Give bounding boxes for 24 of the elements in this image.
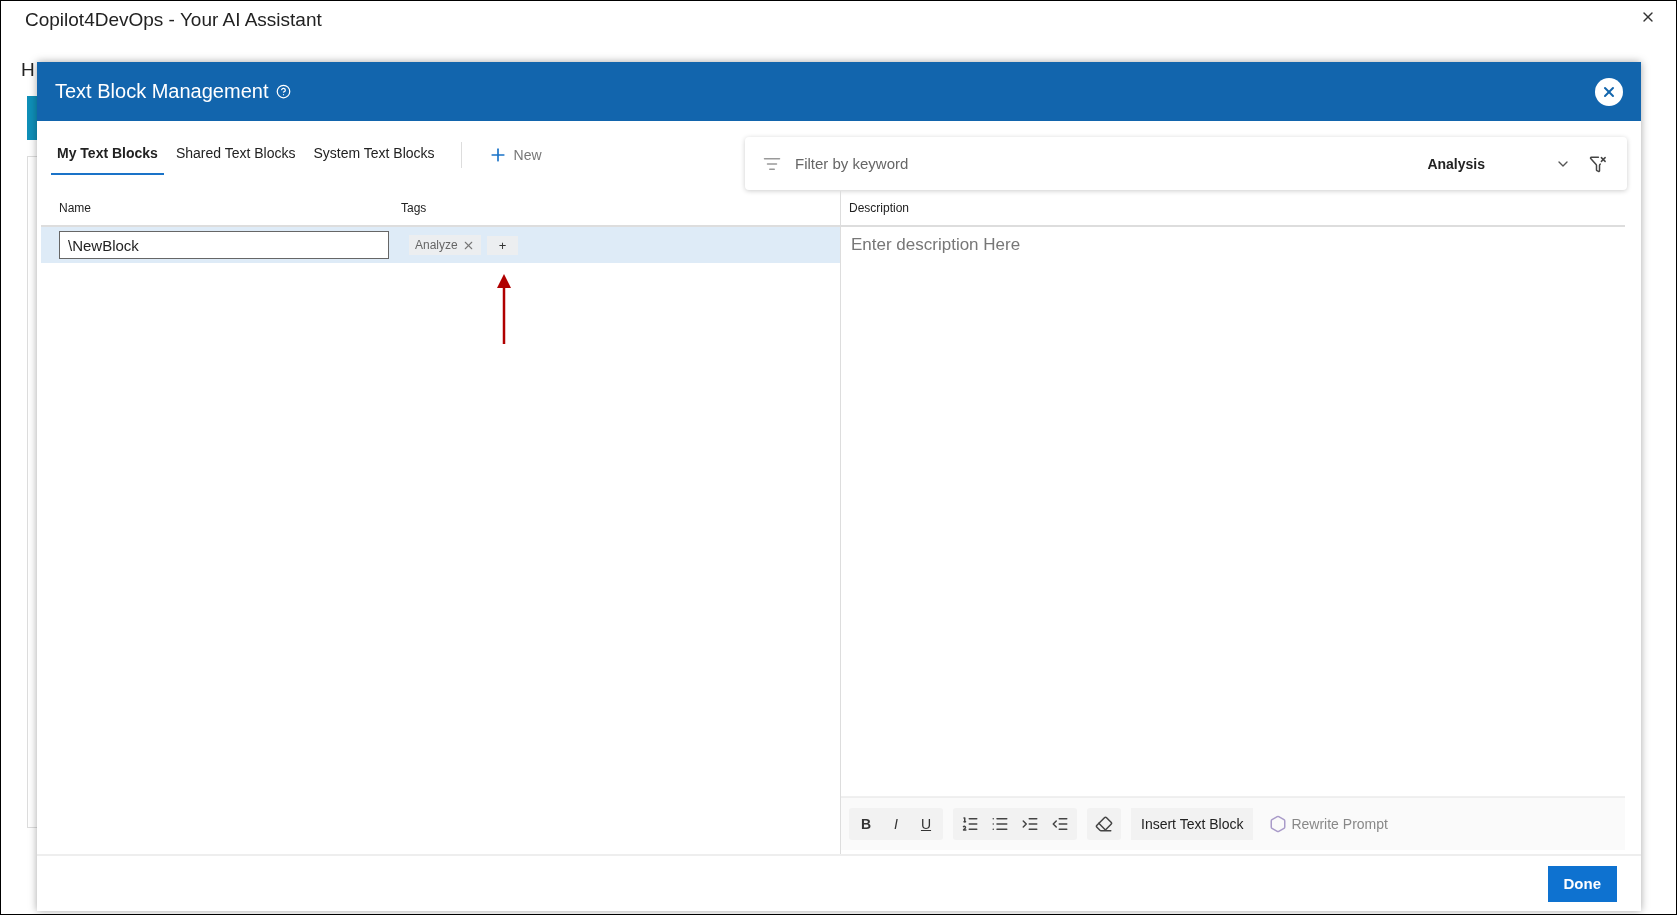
new-button[interactable]: New <box>481 141 548 169</box>
window-title: Copilot4DevOps - Your AI Assistant <box>25 9 322 31</box>
format-button[interactable]: U <box>911 810 941 838</box>
insert-text-block-button[interactable]: Insert Text Block <box>1131 808 1254 840</box>
tab[interactable]: My Text Blocks <box>51 135 164 175</box>
category-dropdown[interactable]: Analysis <box>1423 151 1575 176</box>
format-button[interactable]: B <box>851 810 881 838</box>
tab[interactable]: Shared Text Blocks <box>169 135 302 175</box>
help-icon[interactable] <box>276 84 292 99</box>
column-header: Description <box>849 201 910 215</box>
column-header: Name <box>59 201 92 215</box>
column-header: Tags <box>401 201 428 215</box>
page-heading: H <box>21 59 35 81</box>
close-button[interactable] <box>1595 77 1623 106</box>
annotation-arrow <box>497 274 511 344</box>
dialog-title: Text Block Management <box>55 80 269 103</box>
tag-label: Analyze <box>415 238 458 252</box>
done-button[interactable]: Done <box>1547 865 1617 902</box>
table-row[interactable]: \NewBlock Analyze + <box>41 227 840 263</box>
name-field[interactable]: \NewBlock <box>59 231 389 259</box>
tab[interactable]: System Text Blocks <box>307 135 441 175</box>
format-button[interactable]: I <box>881 810 911 838</box>
accent-bar <box>27 96 37 140</box>
add-tag-button[interactable]: + <box>486 235 519 255</box>
